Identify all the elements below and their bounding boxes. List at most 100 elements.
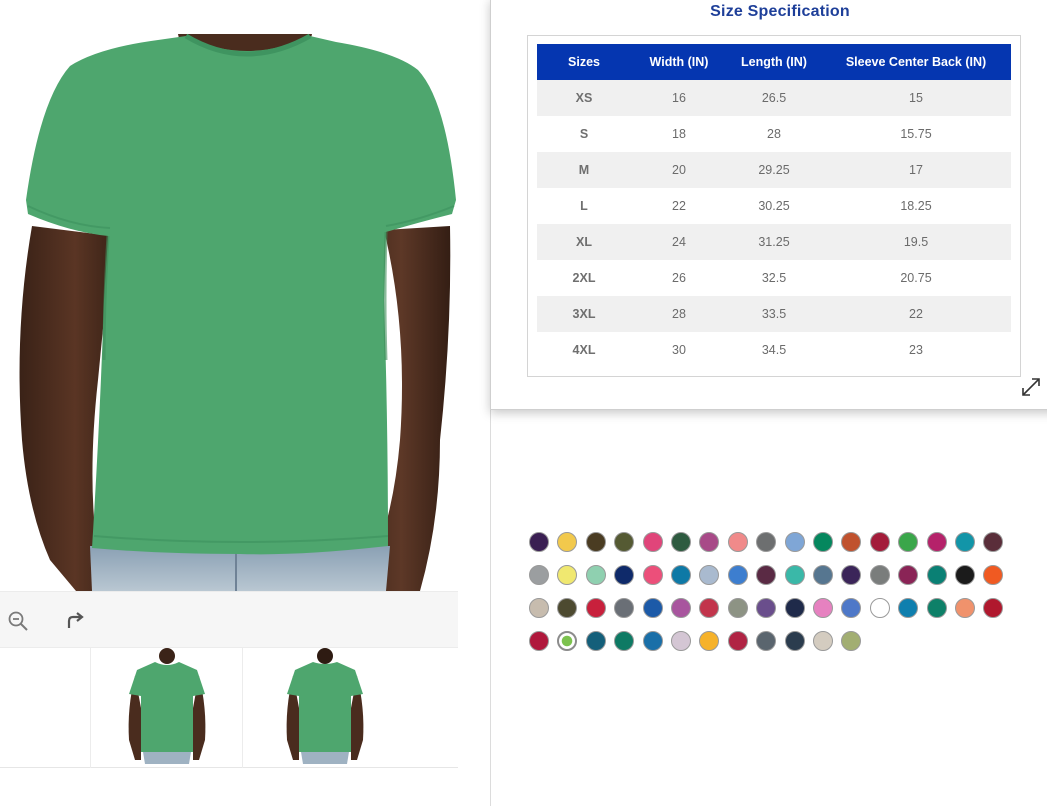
sleeve-cell: 18.25 (821, 188, 1011, 224)
color-swatch[interactable] (586, 631, 606, 651)
color-swatch[interactable] (813, 532, 833, 552)
color-swatch[interactable] (841, 532, 861, 552)
color-swatch[interactable] (671, 598, 691, 618)
table-row: 2XL 26 32.5 20.75 (537, 260, 1011, 296)
sleeve-cell: 15 (821, 80, 1011, 116)
size-spec-title: Size Specification (710, 3, 850, 20)
color-swatch[interactable] (785, 598, 805, 618)
expand-icon[interactable] (1019, 375, 1043, 399)
color-swatch[interactable] (841, 565, 861, 585)
color-swatch[interactable] (614, 532, 634, 552)
color-swatch[interactable] (841, 598, 861, 618)
color-swatch[interactable] (614, 598, 634, 618)
size-cell: L (537, 188, 631, 224)
size-cell: S (537, 116, 631, 152)
width-cell: 18 (631, 116, 727, 152)
color-swatch[interactable] (586, 532, 606, 552)
color-swatch[interactable] (870, 532, 890, 552)
color-swatch[interactable] (898, 565, 918, 585)
rotate-button[interactable] (60, 606, 90, 636)
color-swatch[interactable] (785, 565, 805, 585)
color-swatch[interactable] (983, 598, 1003, 618)
color-swatch[interactable] (898, 532, 918, 552)
color-swatch[interactable] (983, 565, 1003, 585)
color-swatch[interactable] (557, 532, 577, 552)
color-swatch[interactable] (813, 631, 833, 651)
color-swatch[interactable] (756, 565, 776, 585)
color-swatch[interactable] (643, 631, 663, 651)
color-swatch[interactable] (785, 631, 805, 651)
thumbnail-front[interactable] (90, 648, 242, 768)
color-swatch[interactable] (557, 631, 577, 651)
sleeve-cell: 22 (821, 296, 1011, 332)
color-swatch[interactable] (699, 532, 719, 552)
color-swatch[interactable] (643, 532, 663, 552)
color-swatch[interactable] (955, 532, 975, 552)
color-swatch[interactable] (699, 598, 719, 618)
color-swatch[interactable] (671, 631, 691, 651)
color-swatch[interactable] (813, 598, 833, 618)
main-product-image[interactable] (0, 0, 458, 591)
length-cell: 29.25 (727, 152, 821, 188)
length-cell: 31.25 (727, 224, 821, 260)
length-cell: 26.5 (727, 80, 821, 116)
color-swatch[interactable] (671, 565, 691, 585)
color-swatch[interactable] (728, 565, 748, 585)
color-swatch[interactable] (898, 598, 918, 618)
header-width: Width (IN) (631, 44, 727, 80)
color-swatch[interactable] (927, 565, 947, 585)
rotate-icon (67, 612, 84, 628)
color-swatch[interactable] (586, 565, 606, 585)
color-swatch[interactable] (671, 532, 691, 552)
color-swatch-grid (529, 532, 1009, 662)
color-swatch[interactable] (927, 598, 947, 618)
width-cell: 28 (631, 296, 727, 332)
thumbnail-back[interactable] (242, 648, 458, 768)
color-swatch[interactable] (557, 565, 577, 585)
size-cell: 2XL (537, 260, 631, 296)
color-swatch[interactable] (529, 598, 549, 618)
sleeve-cell: 23 (821, 332, 1011, 368)
size-cell: 4XL (537, 332, 631, 368)
color-swatch[interactable] (728, 631, 748, 651)
table-row: M 20 29.25 17 (537, 152, 1011, 188)
color-swatch[interactable] (927, 532, 947, 552)
sleeve-cell: 20.75 (821, 260, 1011, 296)
color-swatch[interactable] (785, 532, 805, 552)
color-swatch[interactable] (614, 631, 634, 651)
table-row: L 22 30.25 18.25 (537, 188, 1011, 224)
color-swatch[interactable] (586, 598, 606, 618)
color-swatch[interactable] (955, 565, 975, 585)
color-swatch[interactable] (955, 598, 975, 618)
color-swatch[interactable] (643, 565, 663, 585)
size-spec-table: Sizes Width (IN) Length (IN) Sleeve Cent… (537, 44, 1011, 368)
image-viewer-toolbar (0, 591, 458, 648)
color-swatch[interactable] (699, 631, 719, 651)
color-swatch[interactable] (728, 598, 748, 618)
size-table-header-row: Sizes Width (IN) Length (IN) Sleeve Cent… (537, 44, 1011, 80)
zoom-out-button[interactable] (3, 606, 33, 636)
color-swatch[interactable] (699, 565, 719, 585)
color-swatch[interactable] (728, 532, 748, 552)
color-swatch[interactable] (756, 532, 776, 552)
color-swatch[interactable] (870, 598, 890, 618)
sleeve-cell: 17 (821, 152, 1011, 188)
color-swatch[interactable] (756, 631, 776, 651)
color-swatch[interactable] (870, 565, 890, 585)
color-swatch[interactable] (983, 532, 1003, 552)
color-swatch[interactable] (643, 598, 663, 618)
size-cell: M (537, 152, 631, 188)
width-cell: 24 (631, 224, 727, 260)
table-row: S 18 28 15.75 (537, 116, 1011, 152)
width-cell: 30 (631, 332, 727, 368)
table-row: XL 24 31.25 19.5 (537, 224, 1011, 260)
color-swatch[interactable] (813, 565, 833, 585)
color-swatch[interactable] (841, 631, 861, 651)
color-swatch[interactable] (529, 631, 549, 651)
color-swatch[interactable] (756, 598, 776, 618)
size-cell: XL (537, 224, 631, 260)
color-swatch[interactable] (614, 565, 634, 585)
color-swatch[interactable] (529, 565, 549, 585)
color-swatch[interactable] (529, 532, 549, 552)
color-swatch[interactable] (557, 598, 577, 618)
